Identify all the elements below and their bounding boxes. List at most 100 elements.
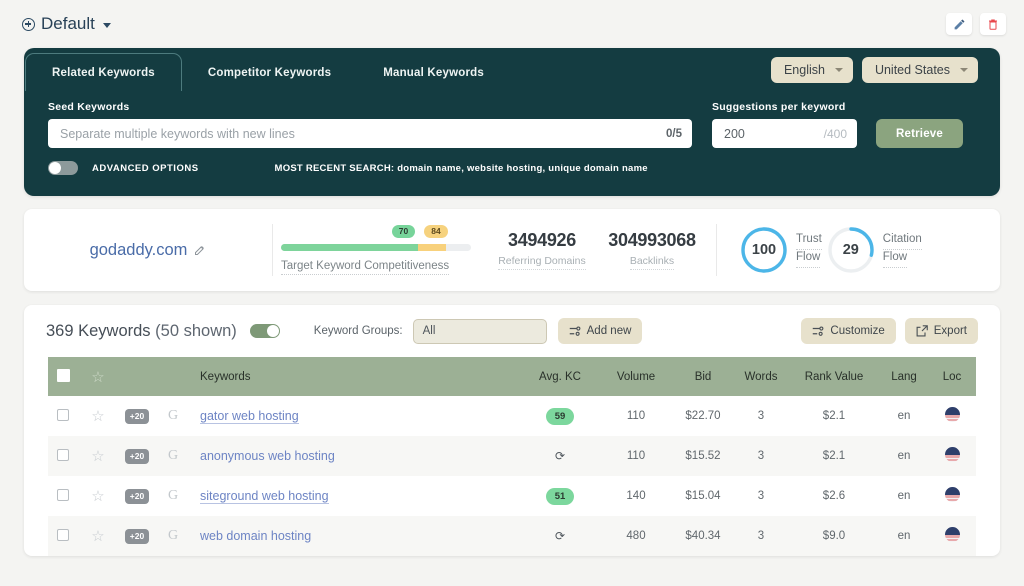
star-icon[interactable]: ☆ <box>91 448 104 465</box>
row-badge-cell[interactable]: +20 <box>118 476 156 516</box>
keyword-link[interactable]: anonymous web hosting <box>200 449 335 463</box>
row-favorite-cell[interactable]: ☆ <box>78 436 118 476</box>
retrieve-button[interactable]: Retrieve <box>876 119 963 148</box>
row-bid-cell: $15.04 <box>685 490 721 502</box>
keyword-link[interactable]: web domain hosting <box>200 529 311 543</box>
row-badge-cell[interactable]: +20 <box>118 396 156 436</box>
related-count-badge[interactable]: +20 <box>124 488 150 504</box>
seed-keywords-field[interactable]: 0/5 <box>48 119 692 148</box>
keyword-link[interactable]: gator web hosting <box>200 409 299 424</box>
refresh-icon[interactable]: ⟳ <box>555 449 565 463</box>
export-icon <box>916 325 928 337</box>
google-icon: G <box>167 408 179 423</box>
backlinks-cell: 304993068 Backlinks <box>596 230 708 270</box>
delete-preset-button[interactable] <box>980 13 1006 35</box>
row-checkbox[interactable] <box>57 528 69 541</box>
suggestions-group: Suggestions per keyword /400 <box>712 101 857 148</box>
star-icon[interactable]: ☆ <box>91 408 104 425</box>
us-flag-icon <box>944 527 960 542</box>
language-select[interactable]: English <box>770 57 853 83</box>
preset-selector[interactable]: Default <box>22 14 111 34</box>
row-keyword-cell[interactable]: gator web hosting <box>190 396 520 436</box>
tab-related-keywords[interactable]: Related Keywords <box>25 53 182 91</box>
referring-domains-caption: Referring Domains <box>498 255 586 270</box>
bid-header[interactable]: Bid <box>672 357 734 396</box>
volume-header[interactable]: Volume <box>600 357 672 396</box>
keywords-count: 369 Keywords <box>46 321 151 340</box>
row-select-cell[interactable] <box>48 436 78 476</box>
row-select-cell[interactable] <box>48 516 78 556</box>
preset-label: Default <box>41 14 95 33</box>
select-all-header[interactable] <box>48 357 78 396</box>
badge-header <box>118 357 156 396</box>
seed-keywords-input[interactable] <box>60 126 666 141</box>
competitiveness-bar <box>281 244 471 251</box>
export-button[interactable]: Export <box>904 318 978 344</box>
edit-preset-button[interactable] <box>946 13 972 35</box>
row-favorite-cell[interactable]: ☆ <box>78 516 118 556</box>
chevron-down-icon <box>834 68 843 72</box>
backlinks-caption: Backlinks <box>629 255 675 270</box>
row-engine-cell: G <box>156 516 190 556</box>
row-favorite-cell[interactable]: ☆ <box>78 476 118 516</box>
related-count-badge[interactable]: +20 <box>124 448 150 464</box>
lang-header[interactable]: Lang <box>880 357 928 396</box>
keywords-header[interactable]: Keywords <box>190 357 520 396</box>
pencil-icon <box>954 19 964 29</box>
row-select-cell[interactable] <box>48 396 78 436</box>
locale-selectors: English United States <box>770 57 1000 91</box>
keyword-groups-select[interactable]: All <box>412 318 547 344</box>
customize-label: Customize <box>830 325 885 337</box>
favorite-header[interactable]: ☆ <box>78 357 118 396</box>
star-icon[interactable]: ☆ <box>91 488 104 505</box>
flow-metrics: 100 Trust Flow 29 Citation Flow <box>739 225 922 275</box>
row-words-cell: 3 <box>757 450 765 462</box>
bar-segment-yellow <box>417 244 447 251</box>
row-checkbox[interactable] <box>57 488 69 501</box>
seed-keywords-label: Seed Keywords <box>48 101 130 113</box>
row-checkbox[interactable] <box>57 448 69 461</box>
row-keyword-cell[interactable]: anonymous web hosting <box>190 436 520 476</box>
words-header[interactable]: Words <box>734 357 788 396</box>
export-label: Export <box>933 325 967 337</box>
keyword-link[interactable]: siteground web hosting <box>200 489 329 504</box>
row-bid-cell: $22.70 <box>685 410 721 422</box>
add-new-group-button[interactable]: Add new <box>557 318 643 344</box>
us-flag-icon <box>944 407 960 422</box>
rank-value-header[interactable]: Rank Value <box>788 357 880 396</box>
pencil-icon[interactable] <box>194 244 206 256</box>
row-loc-cell <box>928 476 976 516</box>
row-badge-cell[interactable]: +20 <box>118 436 156 476</box>
select-all-checkbox[interactable] <box>56 368 70 382</box>
row-badge-cell[interactable]: +20 <box>118 516 156 556</box>
avg-kc-header[interactable]: Avg. KC <box>520 357 600 396</box>
country-select[interactable]: United States <box>861 57 978 83</box>
customize-button[interactable]: Customize <box>801 318 896 344</box>
refresh-icon[interactable]: ⟳ <box>555 529 565 543</box>
loc-header[interactable]: Loc <box>928 357 976 396</box>
related-count-badge[interactable]: +20 <box>124 408 150 424</box>
sliders-icon <box>569 325 581 336</box>
row-select-cell[interactable] <box>48 476 78 516</box>
keywords-view-toggle[interactable] <box>249 324 280 338</box>
row-lang-cell: en <box>897 530 911 542</box>
advanced-options-toggle[interactable] <box>48 161 78 175</box>
tab-competitor-keywords[interactable]: Competitor Keywords <box>182 54 357 91</box>
related-count-badge[interactable]: +20 <box>124 528 150 544</box>
keywords-right-tools: Customize Export <box>801 318 978 344</box>
keywords-table-body: ☆ +20 Ggator web hosting 59 110 $22.70 3 $2.1 en… <box>48 396 976 556</box>
star-icon[interactable]: ☆ <box>91 369 104 386</box>
row-keyword-cell[interactable]: siteground web hosting <box>190 476 520 516</box>
competitiveness-caption: Target Keyword Competitiveness <box>281 260 450 275</box>
row-keyword-cell[interactable]: web domain hosting <box>190 516 520 556</box>
google-icon: G <box>167 528 179 543</box>
suggestions-input[interactable] <box>724 126 786 141</box>
row-rank-value-cell: $2.1 <box>822 410 846 422</box>
engine-header <box>156 357 190 396</box>
row-checkbox[interactable] <box>57 408 69 421</box>
suggestions-field[interactable]: /400 <box>712 119 857 148</box>
tab-manual-keywords[interactable]: Manual Keywords <box>357 54 510 91</box>
row-favorite-cell[interactable]: ☆ <box>78 396 118 436</box>
citation-flow: 29 Citation Flow <box>826 225 922 275</box>
star-icon[interactable]: ☆ <box>91 528 104 545</box>
